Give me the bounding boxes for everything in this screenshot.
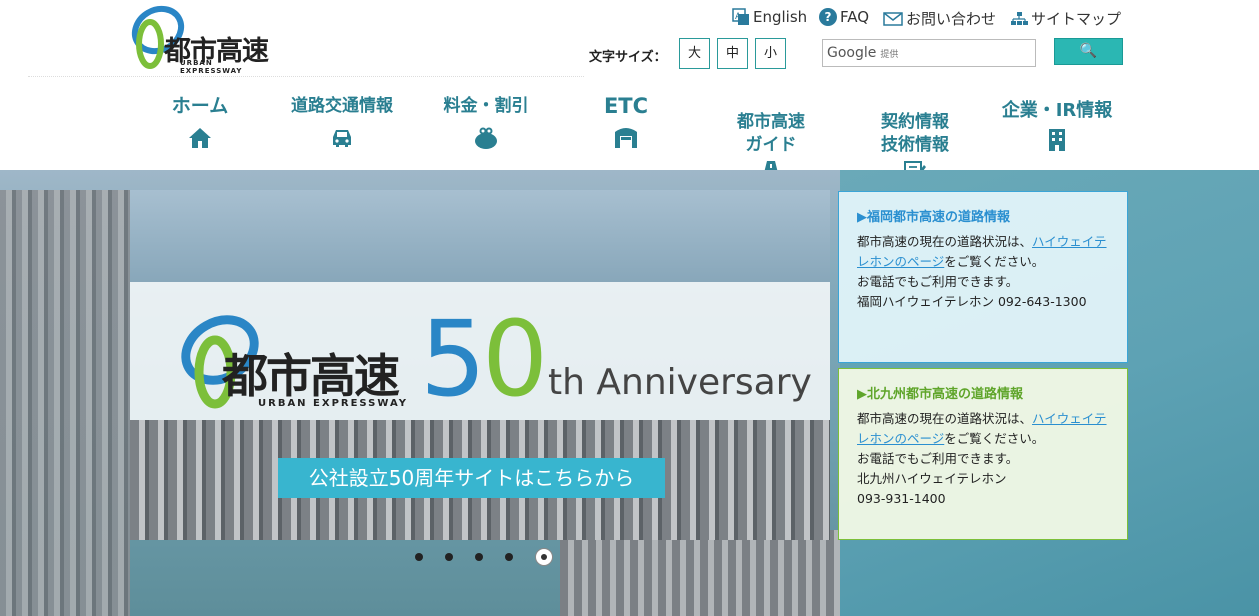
sitemap-label: サイトマップ xyxy=(1031,10,1122,28)
purse-icon xyxy=(475,127,497,149)
kitakyushu-phone-number: 093-931-1400 xyxy=(857,491,946,506)
translate-icon: A xyxy=(732,8,749,25)
logo-subtext: URBAN EXPRESSWAY xyxy=(180,59,243,75)
slider-dot[interactable] xyxy=(505,553,513,561)
nav-contract-label: 契約情報 技術情報 xyxy=(881,112,949,155)
kitakyushu-title-text: 北九州都市高速の道路情報 xyxy=(867,387,1024,402)
mail-icon xyxy=(883,11,903,26)
header: 都市高速 URBAN EXPRESSWAY A English ? FAQ お問… xyxy=(0,0,1259,182)
svg-text:A: A xyxy=(735,12,742,22)
sitemap-link[interactable]: サイトマップ xyxy=(1010,8,1121,29)
slide-anniversary-text: th Anniversary xyxy=(548,362,812,403)
nav-etc-label: ETC xyxy=(603,94,649,118)
google-label: Google xyxy=(827,45,877,61)
nav-home[interactable]: ホーム xyxy=(152,94,248,150)
kitakyushu-text-1: 都市高速の現在の道路状況は、 xyxy=(857,411,1033,426)
kitakyushu-text-2: をご覧ください。 xyxy=(944,431,1045,446)
slide-number-five: 5 xyxy=(420,298,487,420)
nav-corporate-label: 企業・IR情報 xyxy=(1001,100,1113,121)
english-link[interactable]: A English xyxy=(732,8,807,26)
font-size-medium-button[interactable]: 中 xyxy=(717,38,748,69)
home-icon xyxy=(189,128,211,148)
fukuoka-road-info-panel: ▶福岡都市高速の道路情報 都市高速の現在の道路状況は、ハイウェイテレホンのページ… xyxy=(838,191,1128,363)
slide-logo-subtext: URBAN EXPRESSWAY xyxy=(258,398,408,409)
slide-number-zero: 0 xyxy=(482,298,549,420)
english-label: English xyxy=(753,8,808,26)
search-input[interactable]: Google 提供 xyxy=(822,39,1036,67)
contact-link[interactable]: お問い合わせ xyxy=(883,8,996,29)
anniversary-site-link[interactable]: 公社設立50周年サイトはこちらから xyxy=(278,458,665,498)
kitakyushu-panel-body: 都市高速の現在の道路状況は、ハイウェイテレホンのページをご覧ください。 お電話で… xyxy=(857,409,1109,509)
slider-dot[interactable] xyxy=(475,553,483,561)
google-provided-label: 提供 xyxy=(880,50,899,60)
etc-gate-icon xyxy=(615,128,637,148)
font-size-small-button[interactable]: 小 xyxy=(755,38,786,69)
faq-link[interactable]: ? FAQ xyxy=(819,8,869,26)
question-icon: ? xyxy=(819,8,837,26)
kitakyushu-text-3: お電話でもご利用できます。 xyxy=(857,451,1019,466)
fukuoka-title-text: 福岡都市高速の道路情報 xyxy=(867,210,1011,225)
fukuoka-panel-title[interactable]: ▶福岡都市高速の道路情報 xyxy=(857,208,1109,228)
slide-photo-top xyxy=(130,190,830,282)
slider-dot-active[interactable] xyxy=(535,548,553,566)
header-divider xyxy=(28,76,584,77)
nav-traffic-label: 道路交通情報 xyxy=(291,96,393,116)
anniversary-slide[interactable]: 都市高速 URBAN EXPRESSWAY 5 0 th Anniversary… xyxy=(130,190,830,540)
slider-dot[interactable] xyxy=(415,553,423,561)
kitakyushu-panel-title[interactable]: ▶北九州都市高速の道路情報 xyxy=(857,385,1109,405)
fukuoka-panel-body: 都市高速の現在の道路状況は、ハイウェイテレホンのページをご覧ください。 お電話で… xyxy=(857,232,1109,312)
nav-corporate[interactable]: 企業・IR情報 xyxy=(990,99,1124,152)
font-size-label: 文字サイズ： xyxy=(589,50,667,65)
site-logo[interactable]: 都市高速 URBAN EXPRESSWAY xyxy=(128,2,278,75)
kitakyushu-road-info-panel: ▶北九州都市高速の道路情報 都市高速の現在の道路状況は、ハイウェイテレホンのペー… xyxy=(838,368,1128,540)
slide-logo-text: 都市高速 xyxy=(222,349,400,403)
fukuoka-text-3: お電話でもご利用できます。 xyxy=(857,274,1019,289)
hero-city-photo xyxy=(0,190,130,616)
nav-fares-label: 料金・割引 xyxy=(443,96,529,116)
search-icon: 🔍 xyxy=(1079,43,1098,59)
building-icon xyxy=(1049,129,1065,151)
nav-guide-label: 都市高速 ガイド xyxy=(737,112,805,155)
nav-etc[interactable]: ETC xyxy=(578,94,674,150)
fukuoka-text-1: 都市高速の現在の道路状況は、 xyxy=(857,234,1033,249)
search-button[interactable]: 🔍 xyxy=(1054,38,1123,65)
nav-fares[interactable]: 料金・割引 xyxy=(424,94,548,150)
hero-city-photo-bottom xyxy=(560,530,840,616)
nav-home-label: ホーム xyxy=(171,95,229,117)
contact-label: お問い合わせ xyxy=(906,10,997,28)
sitemap-icon xyxy=(1011,11,1028,25)
slider-dot[interactable] xyxy=(445,553,453,561)
kitakyushu-phone-label: 北九州ハイウェイテレホン xyxy=(857,471,1007,486)
faq-label: FAQ xyxy=(840,8,870,26)
car-icon xyxy=(333,130,351,147)
fukuoka-phone: 福岡ハイウェイテレホン 092-643-1300 xyxy=(857,294,1087,309)
slider-pagination xyxy=(415,548,553,566)
nav-traffic[interactable]: 道路交通情報 xyxy=(276,94,408,150)
font-size-large-button[interactable]: 大 xyxy=(679,38,710,69)
fukuoka-text-2: をご覧ください。 xyxy=(944,254,1045,269)
